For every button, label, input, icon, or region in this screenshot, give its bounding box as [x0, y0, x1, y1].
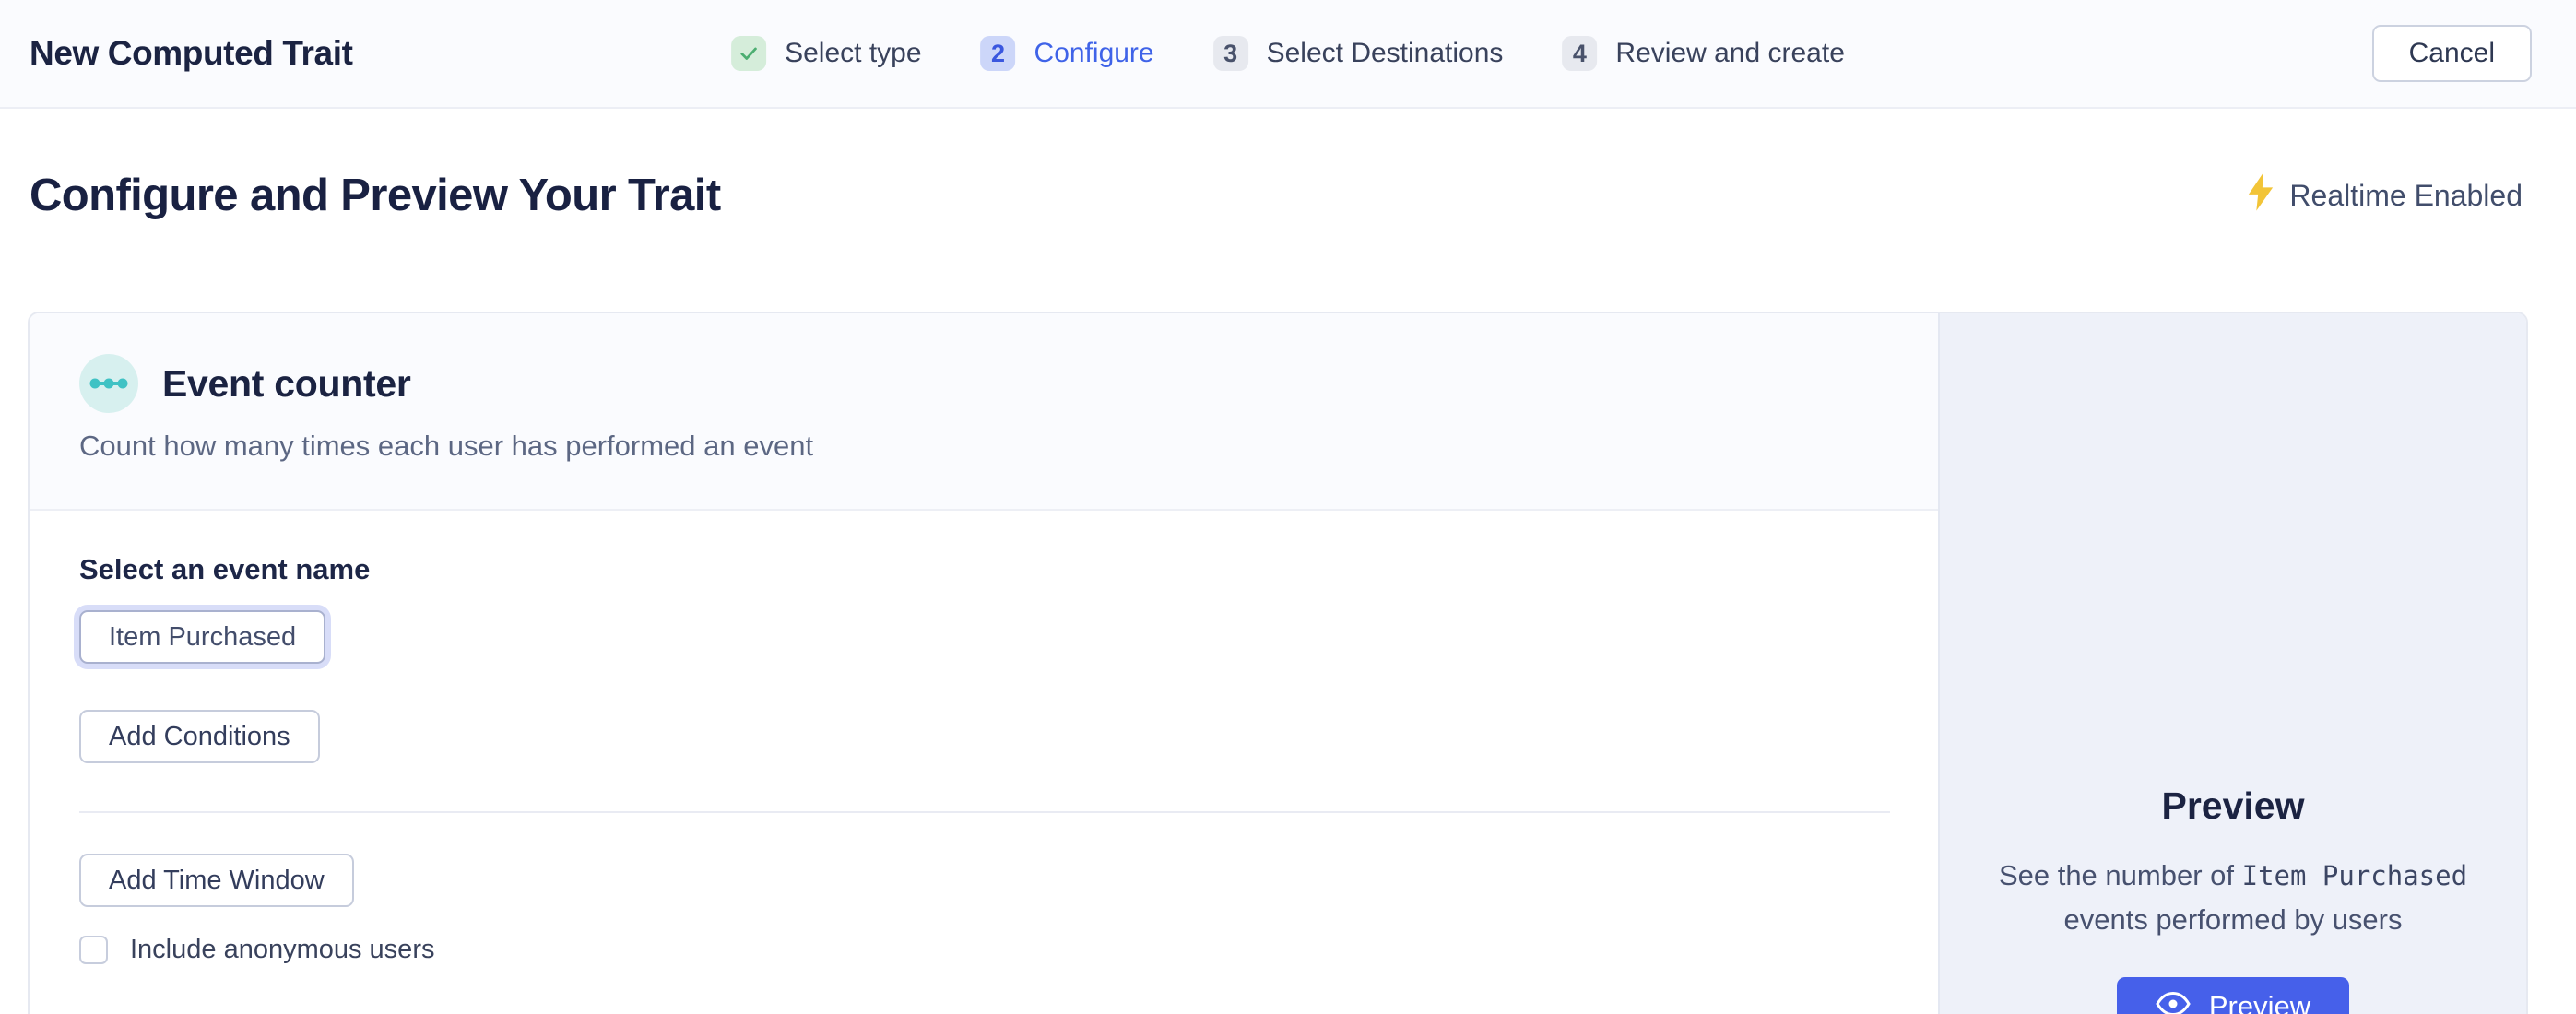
trait-type-description: Count how many times each user has perfo… — [79, 430, 1890, 463]
step-select-destinations[interactable]: 3 Select Destinations — [1213, 36, 1504, 71]
wizard-stepper: Select type 2 Configure 3 Select Destina… — [731, 36, 1845, 71]
add-time-window-button[interactable]: Add Time Window — [79, 854, 354, 907]
preview-description-suffix: events performed by users — [2063, 903, 2402, 936]
lightning-icon — [2247, 172, 2275, 218]
check-icon — [731, 36, 766, 71]
step-number-badge: 4 — [1562, 36, 1597, 71]
eye-icon — [2156, 990, 2191, 1014]
preview-description-prefix: See the number of — [1999, 859, 2242, 891]
trait-config-form: Select an event name Item Purchased Add … — [30, 511, 1940, 1008]
add-conditions-button[interactable]: Add Conditions — [79, 710, 320, 763]
anonymous-users-row: Include anonymous users — [79, 935, 1890, 965]
step-label: Configure — [1034, 38, 1154, 69]
trait-type-title: Event counter — [162, 362, 411, 406]
step-review-create[interactable]: 4 Review and create — [1562, 36, 1844, 71]
step-select-type[interactable]: Select type — [731, 36, 921, 71]
step-configure[interactable]: 2 Configure — [981, 36, 1154, 71]
preview-panel-title: Preview — [1940, 784, 2526, 828]
realtime-badge: Realtime Enabled — [2247, 172, 2523, 218]
step-label: Select type — [785, 38, 921, 69]
step-label: Review and create — [1615, 38, 1844, 69]
page-heading-row: Configure and Preview Your Trait Realtim… — [0, 170, 2576, 221]
preview-button-label: Preview — [2209, 990, 2310, 1014]
step-number-badge: 2 — [981, 36, 1016, 71]
preview-panel-description: See the number of Item Purchased events … — [1993, 854, 2473, 942]
top-bar: New Computed Trait Select type 2 Configu… — [0, 0, 2576, 109]
event-name-label: Select an event name — [79, 553, 1890, 586]
trait-type-header: Event counter Count how many times each … — [30, 313, 1940, 511]
preview-panel: Preview See the number of Item Purchased… — [1938, 313, 2526, 1014]
page-title: Configure and Preview Your Trait — [30, 170, 721, 221]
preview-button[interactable]: Preview — [2117, 977, 2349, 1014]
trait-config-card: Event counter Count how many times each … — [28, 312, 2528, 1014]
event-name-select[interactable]: Item Purchased — [79, 610, 325, 664]
include-anonymous-checkbox[interactable] — [79, 936, 108, 964]
form-divider — [79, 811, 1890, 813]
preview-event-name: Item Purchased — [2242, 860, 2467, 891]
realtime-badge-label: Realtime Enabled — [2289, 179, 2523, 213]
event-counter-dots-icon — [79, 354, 138, 413]
cancel-button[interactable]: Cancel — [2372, 25, 2532, 82]
include-anonymous-label: Include anonymous users — [130, 935, 434, 965]
step-number-badge: 3 — [1213, 36, 1248, 71]
step-label: Select Destinations — [1267, 38, 1504, 69]
window-title: New Computed Trait — [30, 34, 353, 73]
